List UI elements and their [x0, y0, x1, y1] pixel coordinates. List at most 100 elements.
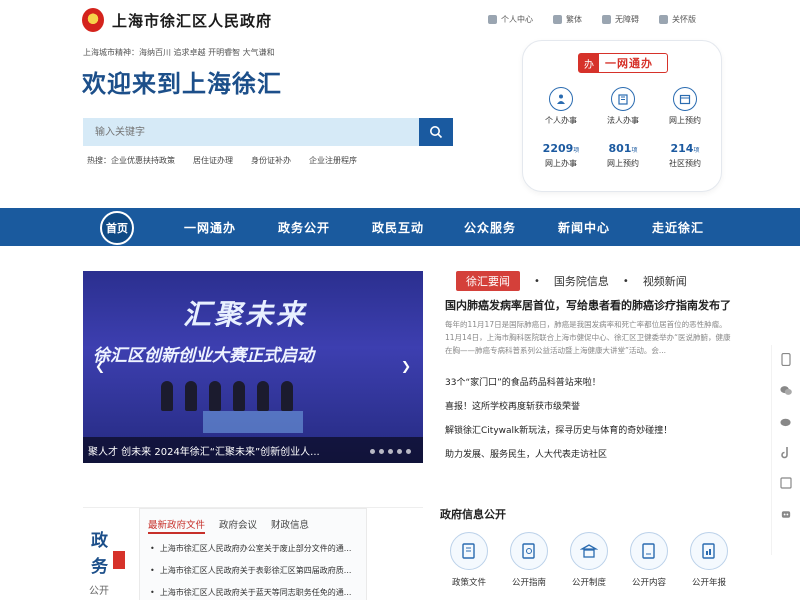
hot-search-item[interactable]: 企业注册程序	[309, 155, 357, 166]
carousel-next-icon[interactable]: ❯	[401, 359, 411, 373]
personal-affairs-entry[interactable]: 个人办事	[535, 87, 587, 126]
search-input[interactable]	[83, 118, 419, 146]
tab-separator: •	[534, 275, 540, 287]
user-icon	[488, 15, 497, 24]
nav-one-stop-service[interactable]: 一网通办	[184, 219, 236, 236]
news-tabs: 徐汇要闻 • 国务院信息 • 视频新闻	[456, 271, 687, 291]
person-figure	[185, 381, 197, 411]
robot-icon[interactable]	[780, 508, 792, 520]
service-stats: 2209项 网上办事 801项 网上预约 214项 社区预约	[535, 137, 711, 169]
hot-search-item[interactable]: 居住证办理	[193, 155, 233, 166]
gov-info-policy[interactable]: 政策文件	[444, 532, 494, 588]
person-figure	[257, 381, 269, 411]
main-nav: 首页 一网通办 政务公开 政民互动 公众服务 新闻中心 走近徐汇	[0, 208, 800, 246]
search-button[interactable]	[419, 118, 453, 146]
tab-separator: •	[622, 275, 629, 287]
tab-finance-info[interactable]: 财政信息	[271, 517, 309, 534]
person-figure	[281, 381, 293, 411]
calendar-icon	[673, 87, 697, 111]
carousel-prev-icon[interactable]: ❮	[95, 359, 105, 373]
gov-info-system[interactable]: 公开制度	[564, 532, 614, 588]
list-item[interactable]: 助力发展、服务民生，人大代表走访社区	[445, 447, 735, 471]
nav-public-service[interactable]: 公众服务	[464, 219, 516, 236]
weibo-icon[interactable]	[780, 415, 792, 427]
gov-docs-list: • 上海市徐汇区人民政府办公室关于废止部分文件的通... • 上海市徐汇区人民政…	[150, 543, 365, 600]
tab-gov-meetings[interactable]: 政府会议	[219, 517, 257, 534]
gov-affairs-badge: 政 务 公开	[83, 508, 139, 600]
carousel-dots	[370, 449, 411, 454]
one-stop-service-logo[interactable]: 办 一网通办	[578, 53, 668, 73]
carousel-caption[interactable]: 聚人才 创未来 2024年徐汇“汇聚未来”创新创业人...	[83, 437, 423, 463]
building-icon	[611, 87, 635, 111]
traditional-chinese-link[interactable]: 繁体	[553, 14, 582, 25]
carousel-dot[interactable]	[370, 449, 375, 454]
carousel-subheadline: 徐汇区创新创业大赛正式启动	[93, 346, 314, 366]
list-item[interactable]: 喜报！这所学校再度斩获市级荣誉	[445, 399, 735, 423]
one-stop-service-card: 办 一网通办 个人办事 法人办事 网上预约 2209项 网上办事 801项 网上…	[522, 40, 722, 192]
gov-info-annual-report[interactable]: 公开年报	[684, 532, 734, 588]
national-emblem-icon	[82, 8, 104, 32]
person-figure	[161, 381, 173, 411]
wechat-icon[interactable]	[780, 384, 792, 396]
elderly-mode-link[interactable]: 关怀版	[659, 14, 696, 25]
site-title: 上海市徐汇区人民政府	[112, 11, 273, 30]
hot-search-item[interactable]: 热搜：企业优惠扶持政策	[87, 155, 175, 166]
personal-center-link[interactable]: 个人中心	[488, 14, 533, 25]
care-icon	[659, 15, 668, 24]
right-share-rail	[771, 345, 800, 555]
stat-community-booking: 214项 社区预约	[669, 142, 701, 168]
app-grid-icon[interactable]	[780, 477, 792, 489]
gov-info-content[interactable]: 公开内容	[624, 532, 674, 588]
gov-docs-panel: 最新政府文件 政府会议 财政信息 • 上海市徐汇区人民政府办公室关于废止部分文件…	[139, 508, 367, 600]
hot-searches: 热搜：企业优惠扶持政策 居住证办理 身份证补办 企业注册程序	[87, 155, 357, 166]
gov-info-title: 政府信息公开	[440, 508, 506, 521]
nav-government-affairs[interactable]: 政务公开	[278, 219, 330, 236]
accessibility-icon	[602, 15, 611, 24]
tab-video-news[interactable]: 视频新闻	[643, 273, 687, 289]
header: 上海市徐汇区人民政府 个人中心 繁体 无障碍 关怀版 上海城市精神：海纳百川 追…	[0, 0, 800, 208]
carousel-dot[interactable]	[406, 449, 411, 454]
person-figure	[233, 381, 245, 411]
site-logo[interactable]: 上海市徐汇区人民政府	[82, 8, 272, 32]
person-group-icon	[549, 87, 573, 111]
service-mark: 办	[579, 54, 599, 72]
gov-info-guide[interactable]: 公开指南	[504, 532, 554, 588]
seal-stamp-icon	[113, 551, 125, 569]
hot-search-item[interactable]: 身份证补办	[251, 155, 291, 166]
person-figure	[209, 381, 221, 411]
list-item[interactable]: • 上海市徐汇区人民政府关于表彰徐汇区第四届政府质...	[150, 565, 365, 587]
carousel-dot[interactable]	[397, 449, 402, 454]
nav-home[interactable]: 首页	[100, 211, 134, 245]
welcome-heading: 欢迎来到上海徐汇	[82, 70, 282, 98]
list-item[interactable]: 解锁徐汇Citywalk新玩法，探寻历史与体育的奇妙碰撞！	[445, 423, 735, 447]
institution-icon	[570, 532, 608, 570]
douyin-icon[interactable]	[780, 446, 792, 458]
service-entries: 个人办事 法人办事 网上预约	[535, 87, 711, 126]
nav-about-xuhui[interactable]: 走近徐汇	[652, 219, 704, 236]
stat-online-booking: 801项 网上预约	[607, 142, 639, 168]
guide-icon	[510, 532, 548, 570]
tab-state-council[interactable]: 国务院信息	[554, 273, 609, 289]
carousel-dot[interactable]	[379, 449, 384, 454]
accessibility-link[interactable]: 无障碍	[602, 14, 639, 25]
content-file-icon	[630, 532, 668, 570]
tab-latest-docs[interactable]: 最新政府文件	[148, 517, 206, 534]
list-item[interactable]: • 上海市徐汇区人民政府办公室关于废止部分文件的通...	[150, 543, 365, 565]
list-item[interactable]: 33个“家门口”的食品药品科普站来啦！	[445, 375, 735, 399]
document-edit-icon	[450, 532, 488, 570]
legal-entity-entry[interactable]: 法人办事	[597, 87, 649, 126]
carousel-headline: 汇聚未来	[183, 298, 308, 331]
news-carousel[interactable]: 汇聚未来 徐汇区创新创业大赛正式启动 ❮ ❯ 聚人才 创未来 2024年徐汇“汇…	[83, 271, 423, 463]
service-brand: 一网通办	[605, 57, 653, 70]
list-item[interactable]: • 上海市徐汇区人民政府关于蓝天等同志职务任免的通...	[150, 587, 365, 600]
carousel-dot[interactable]	[388, 449, 393, 454]
nav-news-center[interactable]: 新闻中心	[558, 219, 610, 236]
mobile-icon[interactable]	[780, 352, 792, 366]
search-icon	[430, 126, 443, 139]
news-list: 33个“家门口”的食品药品科普站来啦！ 喜报！这所学校再度斩获市级荣誉 解锁徐汇…	[445, 375, 735, 471]
city-slogan: 上海城市精神：海纳百川 追求卓越 开明睿智 大气谦和	[83, 48, 275, 57]
online-booking-entry[interactable]: 网上预约	[659, 87, 711, 126]
news-headline[interactable]: 国内肺癌发病率居首位，写给患者看的肺癌诊疗指南发布了	[445, 297, 735, 313]
nav-interaction[interactable]: 政民互动	[372, 219, 424, 236]
tab-xuhui-news[interactable]: 徐汇要闻	[456, 271, 520, 291]
